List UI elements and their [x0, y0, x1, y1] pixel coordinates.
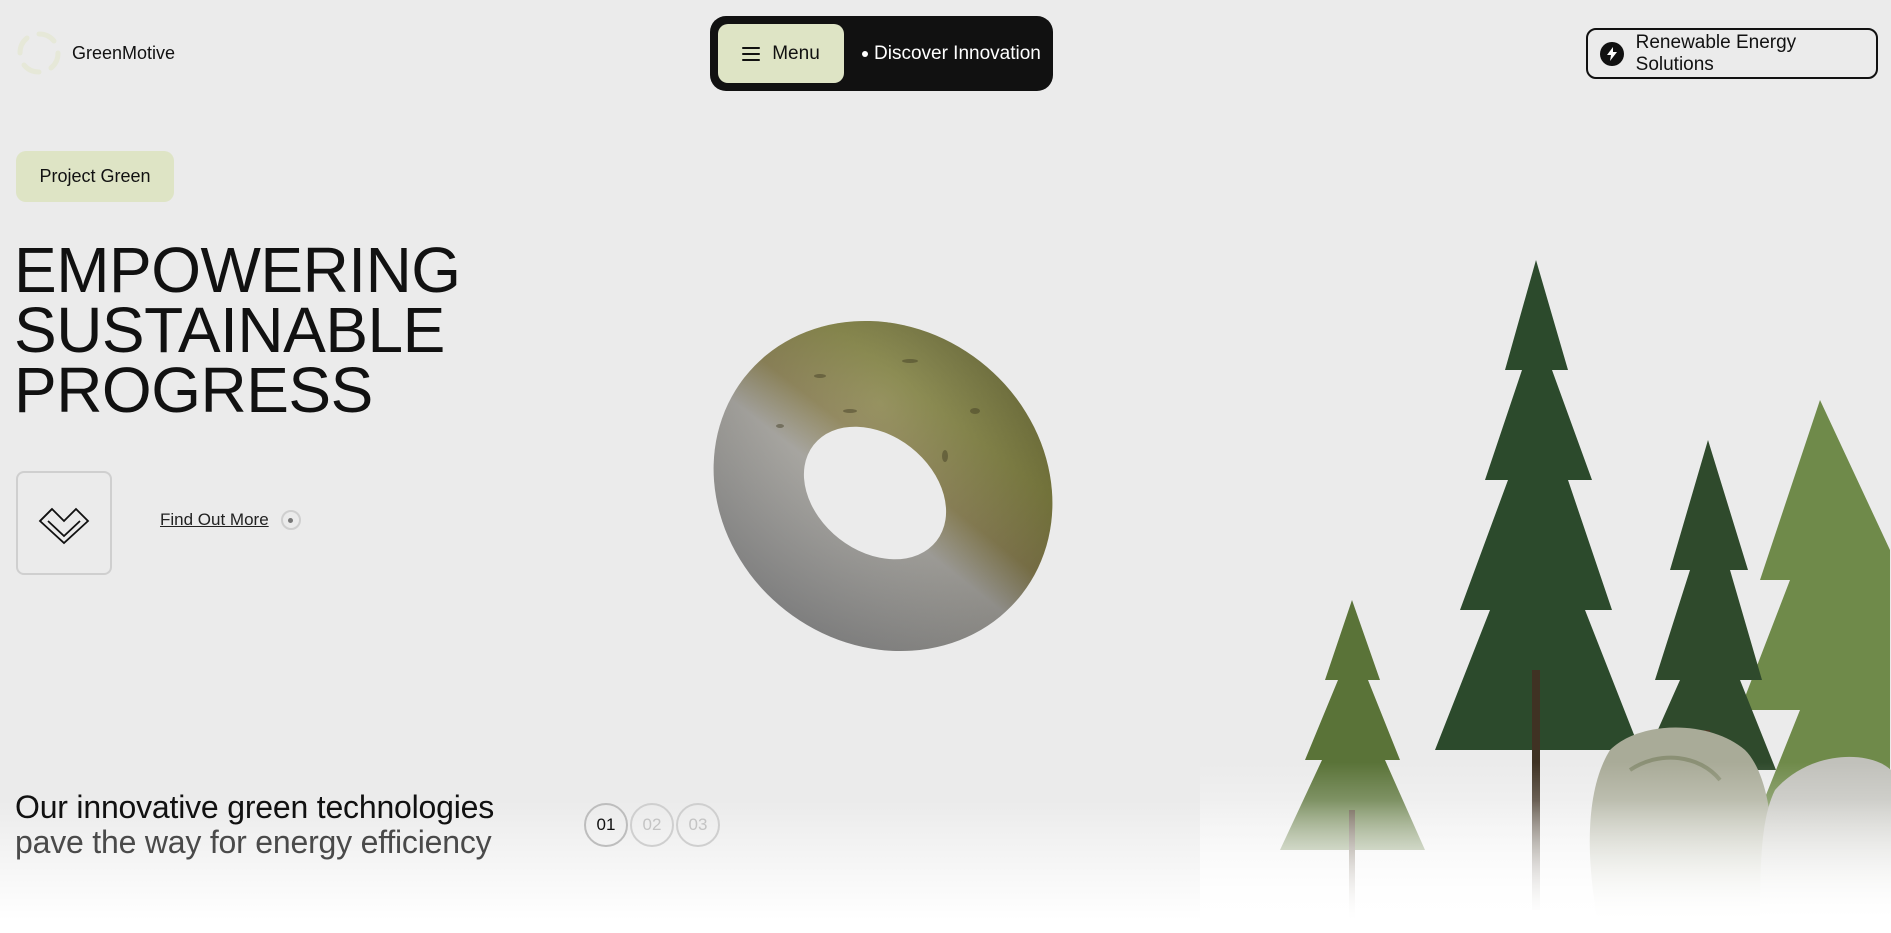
- circle-dot-icon: [280, 510, 301, 530]
- renewable-energy-label: Renewable Energy Solutions: [1635, 31, 1797, 75]
- project-badge: Project Green: [16, 151, 174, 202]
- brand-mark-card: [16, 471, 112, 575]
- headline-line-2: SUSTAINABLE: [14, 294, 445, 366]
- page-button-03[interactable]: 03: [676, 803, 720, 847]
- lightning-bolt-icon: [1600, 41, 1624, 66]
- renewable-energy-button[interactable]: Renewable Energy Solutions: [1586, 28, 1878, 79]
- discover-link[interactable]: Discover Innovation: [862, 16, 1041, 91]
- headline-line-3: PROGRESS: [14, 354, 373, 426]
- spinner-logo-icon: [17, 31, 61, 75]
- hamburger-icon: [742, 46, 761, 61]
- menu-button[interactable]: Menu: [718, 24, 844, 83]
- discover-label: Discover Innovation: [874, 42, 1041, 64]
- menu-label: Menu: [772, 42, 820, 64]
- page-button-01[interactable]: 01: [584, 803, 628, 847]
- tagline-line-1: Our innovative green technologies: [15, 789, 495, 825]
- slide-pager: 01 02 03: [584, 803, 720, 847]
- main-nav: Menu Discover Innovation: [710, 16, 1053, 91]
- tagline: Our innovative green technologies pave t…: [15, 790, 494, 860]
- moss-stone-torus-image: [713, 320, 1053, 652]
- double-chevron-heart-icon: [38, 507, 90, 545]
- pine-trees-image: [1200, 250, 1891, 933]
- brand-name: GreenMotive: [72, 42, 176, 63]
- headline-line-1: EMPOWERING: [14, 234, 461, 306]
- find-out-more-link[interactable]: Find Out More: [160, 510, 301, 530]
- brand-logo[interactable]: GreenMotive: [16, 30, 175, 76]
- tagline-line-2: pave the way for energy efficiency: [15, 824, 492, 860]
- bullet-dot: [862, 50, 868, 57]
- hero-headline: EMPOWERING SUSTAINABLE PROGRESS: [14, 234, 461, 426]
- page-button-02[interactable]: 02: [630, 803, 674, 847]
- find-out-more-label: Find Out More: [160, 510, 269, 529]
